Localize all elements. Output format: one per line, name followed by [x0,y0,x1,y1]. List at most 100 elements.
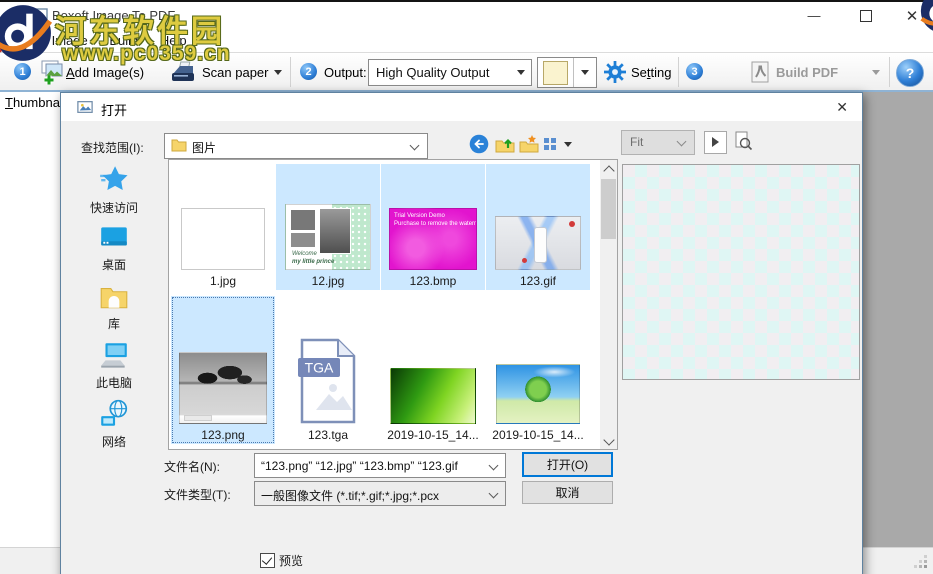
preview-checkbox[interactable] [260,553,275,568]
file-item[interactable]: 2019-10-15_14... [381,296,485,444]
sidebar-item-label: 此电脑 [95,376,132,390]
build-pdf-icon [748,60,772,87]
file-item[interactable]: TGA 123.tga [276,296,380,444]
app-icon [30,6,48,27]
chevron-down-icon [488,488,499,499]
folder-icon [171,138,187,155]
sidebar-item-label: 网络 [101,435,126,449]
sidebar-item-this-pc[interactable]: 此电脑 [61,340,167,399]
file-item[interactable]: 2019-10-15_14... [486,296,590,444]
play-preview-button[interactable] [704,131,727,154]
minimize-button[interactable]: — [792,2,836,29]
svg-text:TGA: TGA [305,360,334,376]
zoom-fit-select[interactable]: Fit [621,130,695,155]
output-quality-select[interactable]: High Quality Output [368,59,532,86]
color-picker[interactable] [537,57,597,88]
file-thumbnail [390,368,476,424]
menu-file[interactable]: File [0,30,39,51]
open-button[interactable]: 打开(O) [522,452,613,477]
dialog-close-button[interactable]: ✕ [836,99,848,116]
view-menu-button[interactable] [543,134,563,154]
places-sidebar: 快速访问 桌面 库 此电脑 网络 [61,163,167,458]
file-item[interactable]: Trial Version Demo Purchase to remove th… [381,164,485,290]
chevron-down-icon [409,140,420,151]
sidebar-item-libraries[interactable]: 库 [61,281,167,340]
scan-paper-icon [170,61,196,87]
toolbar-separator [889,57,890,87]
sidebar-item-label: 桌面 [101,258,126,272]
file-item[interactable]: 123.gif [486,164,590,290]
scroll-up-arrow[interactable] [603,165,615,177]
maximize-icon [860,9,872,22]
add-images-button[interactable]: Add Image(s) [66,65,144,80]
titlebar: Boxoft Image To PDF — ✕ [0,0,933,30]
color-swatch [543,61,568,85]
up-one-level-button[interactable] [495,134,515,154]
desktop-icon [98,227,130,255]
output-quality-value: High Quality Output [376,65,490,80]
file-thumbnail: Trial Version Demo Purchase to remove th… [389,208,477,270]
file-item[interactable]: Welcome my little prince 12.jpg [276,164,380,290]
libraries-icon [98,288,130,314]
open-dialog: 打开 ✕ 查找范围(I): 图片 Fit 快速访问 桌面 库 此电脑 网络 1.… [60,92,863,574]
sidebar-item-label: 快速访问 [89,201,138,215]
file-item[interactable]: 123.png [171,296,275,444]
scan-paper-dropdown-arrow[interactable] [274,70,282,75]
sidebar-item-desktop[interactable]: 桌面 [61,222,167,281]
filename-input[interactable]: “123.png” “12.jpg” “123.bmp” “123.gif [254,453,506,478]
scroll-down-arrow[interactable] [603,434,615,446]
view-menu-dropdown-arrow[interactable] [564,142,572,147]
toolbar-separator [290,57,291,87]
filetype-select[interactable]: 一般图像文件 (*.tif;*.gif;*.jpg;*.pcx [254,481,506,506]
sidebar-item-network[interactable]: 网络 [61,399,167,458]
file-thumbnail [495,216,581,270]
menu-help[interactable]: Help [151,30,196,51]
maximize-button[interactable] [844,2,888,29]
scrollbar-thumb[interactable] [601,179,616,239]
look-in-label: 查找范围(I): [81,141,144,155]
setting-button[interactable]: Setting [631,65,672,80]
cancel-button[interactable]: 取消 [522,481,613,504]
add-images-icon [38,59,64,88]
filename-value: “123.png” “12.jpg” “123.bmp” “123.gif [261,459,458,473]
filetype-label: 文件类型(T): [164,488,231,502]
file-thumbnail [179,352,267,424]
scrollbar[interactable] [600,160,617,449]
build-pdf-button[interactable]: Build PDF [776,65,838,80]
preview-pane [622,164,860,380]
network-icon [98,399,130,432]
new-folder-button[interactable] [519,134,539,154]
window-title: Boxoft Image To PDF [52,8,176,23]
chevron-down-icon [676,136,687,147]
preview-checkbox-label[interactable]: 预览 [279,552,303,569]
color-dropdown-arrow [581,70,589,75]
sidebar-item-quick-access[interactable]: 快速访问 [61,163,167,222]
preview-zoom-button[interactable] [733,131,753,151]
file-list: 1.jpg Welcome my little prince 12.jpg Tr… [168,159,618,450]
menu-build[interactable]: Build [100,30,147,51]
this-pc-icon [98,343,130,373]
resize-grip[interactable] [924,565,927,568]
toolbar-separator [678,57,679,87]
play-icon [712,137,719,147]
toolbar: 1 Add Image(s) Scan paper 2 Output: High… [0,52,933,91]
color-dropdown[interactable] [573,58,596,87]
build-pdf-dropdown-arrow[interactable] [872,70,880,75]
menu-image[interactable]: Image [43,30,97,51]
chevron-down-icon [488,460,499,471]
setting-gear-icon [604,61,626,86]
zoom-fit-value: Fit [630,135,644,149]
dialog-icon [77,99,93,118]
back-button[interactable] [469,134,489,154]
close-button[interactable]: ✕ [890,2,933,29]
look-in-select[interactable]: 图片 [164,133,428,159]
look-in-value: 图片 [192,141,217,155]
file-thumbnail: TGA [296,338,360,424]
menubar: File Image Build Help [0,30,933,52]
file-item[interactable]: 1.jpg [171,164,275,290]
quick-access-icon [98,166,130,198]
scan-paper-button[interactable]: Scan paper [202,65,269,80]
help-button[interactable]: ? [896,59,924,87]
filetype-value: 一般图像文件 (*.tif;*.gif;*.jpg;*.pcx [261,489,440,503]
tab-thumbnail[interactable]: Thumbnail [5,95,66,110]
